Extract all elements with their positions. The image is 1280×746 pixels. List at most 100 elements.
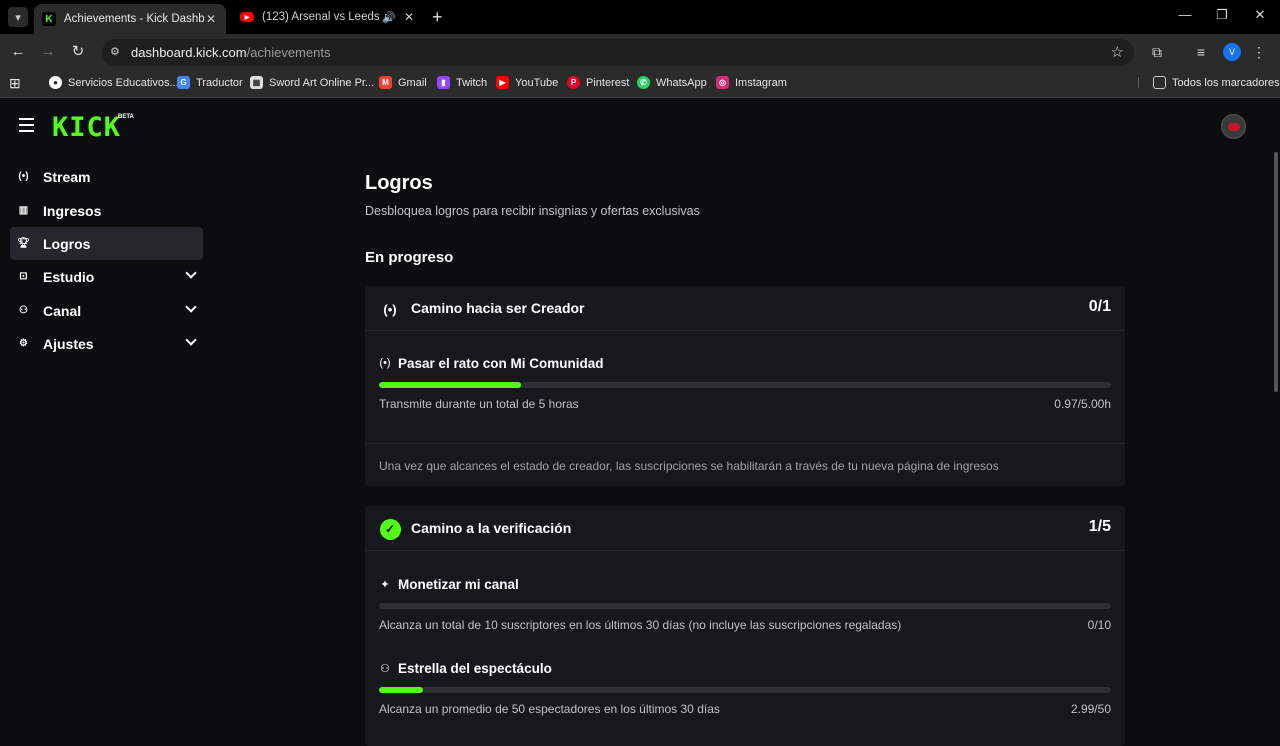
- achievement-card-creator: (•) Camino hacia ser Creador 0/1 (•) Pas…: [365, 286, 1125, 486]
- speaker-icon[interactable]: 🔊: [382, 11, 396, 24]
- task-title: Pasar el rato con Mi Comunidad: [398, 356, 604, 371]
- card-count: 0/1: [1088, 298, 1111, 315]
- bookmark-star-icon[interactable]: ☆: [1111, 43, 1124, 61]
- card-title: Camino a la verificación: [411, 520, 572, 536]
- task-title: Estrella del espectáculo: [398, 661, 552, 676]
- window-close-icon[interactable]: ✕: [1250, 7, 1270, 23]
- studio-icon: ⊡: [19, 271, 28, 282]
- card-header: ✓ Camino a la verificación 1/5: [365, 506, 1125, 551]
- sidebar-item-label: Logros: [43, 235, 91, 252]
- beta-badge: BETA: [118, 114, 134, 120]
- bookmark-sao[interactable]: ▦ Sword Art Online Pr...: [250, 76, 374, 89]
- extensions-icon[interactable]: ⧉: [1148, 43, 1166, 61]
- bookmark-youtube[interactable]: ▶ YouTube: [496, 76, 558, 89]
- browser-menu-icon[interactable]: ⋮: [1250, 43, 1268, 61]
- media-control-icon[interactable]: ≡: [1192, 43, 1210, 61]
- apps-grid-icon[interactable]: ⊞: [9, 75, 21, 92]
- progress-fill: [379, 382, 521, 388]
- channel-icon: ⚇: [19, 305, 28, 316]
- progress-bar: [379, 603, 1111, 609]
- reload-button[interactable]: ↻: [69, 43, 87, 61]
- tab-youtube[interactable]: ▶ (123) Arsenal vs Leeds (5-1) 🔊 ✕: [232, 4, 424, 30]
- kick-logo[interactable]: KICK: [52, 112, 121, 143]
- sidebar-item-label: Estudio: [43, 268, 95, 285]
- task-value: 2.99/50: [1070, 702, 1111, 716]
- restore-icon[interactable]: ❐: [1212, 7, 1232, 23]
- forward-button[interactable]: →: [39, 43, 57, 61]
- app-header: KICK BETA: [0, 100, 1280, 152]
- card-title: Camino hacia ser Creador: [411, 300, 585, 316]
- page-icon: ▦: [250, 76, 263, 89]
- browser-tab-bar: ▾ K Achievements - Kick Dashboard ✕ ▶ (1…: [0, 0, 1280, 34]
- chevron-down-icon[interactable]: [185, 267, 197, 279]
- card-footer: Una vez que alcances el estado de creado…: [365, 443, 1125, 473]
- instagram-icon: ◎: [716, 76, 729, 89]
- gear-icon: ⚙: [19, 338, 28, 349]
- profile-avatar[interactable]: V: [1223, 43, 1241, 61]
- section-title: En progreso: [365, 249, 454, 266]
- tab-title: (123) Arsenal vs Leeds (5-1): [262, 11, 382, 23]
- sidebar-item-ingresos[interactable]: ▥ Ingresos: [10, 194, 203, 227]
- twitch-icon: ▮: [437, 76, 450, 89]
- task-value: 0.97/5.00h: [1054, 397, 1111, 411]
- sidebar-item-label: Canal: [43, 302, 82, 319]
- bookmark-instagram[interactable]: ◎ Imstagram: [716, 76, 787, 89]
- user-avatar[interactable]: [1221, 114, 1246, 139]
- card-footer-text: Una vez que alcances el estado de creado…: [379, 459, 999, 473]
- back-button[interactable]: ←: [9, 43, 27, 61]
- tab-search-button[interactable]: ▾: [8, 7, 28, 27]
- chevron-down-icon[interactable]: [185, 334, 197, 346]
- achievement-card-verification: ✓ Camino a la verificación 1/5 ✦ Monetiz…: [365, 506, 1125, 746]
- browser-toolbar: ← → ↻ ⚙ dashboard.kick.com/achievements …: [0, 34, 1280, 70]
- sidebar-item-canal[interactable]: ⚇ Canal: [10, 294, 203, 327]
- globe-icon: ●: [49, 76, 62, 89]
- sidebar-item-ajustes[interactable]: ⚙ Ajustes: [10, 327, 203, 360]
- tab-achievements[interactable]: K Achievements - Kick Dashboard ✕: [34, 4, 226, 34]
- close-icon[interactable]: ✕: [204, 12, 218, 26]
- task-description: Transmite durante un total de 5 horas: [379, 397, 579, 411]
- card-count: 1/5: [1088, 518, 1111, 535]
- bookmark-traductor[interactable]: G Traductor: [177, 76, 243, 89]
- pinterest-icon: P: [567, 76, 580, 89]
- page-subtitle: Desbloquea logros para recibir insignias…: [365, 204, 700, 218]
- address-bar[interactable]: ⚙ dashboard.kick.com/achievements ☆: [102, 39, 1134, 66]
- task-description: Alcanza un promedio de 50 espectadores e…: [379, 702, 720, 716]
- minimize-icon[interactable]: —: [1175, 7, 1195, 22]
- youtube-icon: ▶: [496, 76, 509, 89]
- bookmark-twitch[interactable]: ▮ Twitch: [437, 76, 487, 89]
- bookmark-whatsapp[interactable]: ✆ WhatsApp: [637, 76, 707, 89]
- verified-badge-icon: ✓: [379, 518, 401, 540]
- kick-favicon-icon: K: [42, 12, 56, 26]
- sidebar-item-label: Ingresos: [43, 202, 102, 219]
- page-title: Logros: [365, 172, 433, 194]
- youtube-favicon-icon: ▶: [240, 12, 254, 22]
- progress-fill: [379, 687, 423, 693]
- task-title: Monetizar mi canal: [398, 577, 519, 592]
- page-scrollbar[interactable]: [1274, 152, 1278, 392]
- menu-icon[interactable]: [19, 118, 34, 136]
- broadcast-icon: (•): [379, 357, 391, 369]
- translate-icon: G: [177, 76, 190, 89]
- sidebar-item-logros[interactable]: 🏆︎ Logros: [10, 227, 203, 260]
- people-icon: ⚇: [380, 663, 390, 675]
- new-tab-button[interactable]: +: [432, 7, 443, 27]
- sidebar-item-label: Stream: [43, 168, 91, 185]
- trophy-icon: 🏆︎: [17, 238, 30, 249]
- tab-title: Achievements - Kick Dashboard: [64, 13, 204, 25]
- sidebar-item-label: Ajustes: [43, 335, 94, 352]
- progress-bar: [379, 687, 1111, 693]
- sidebar-item-estudio[interactable]: ⊡ Estudio: [10, 260, 203, 293]
- all-bookmarks-folder[interactable]: Todos los marcadores: [1153, 76, 1280, 89]
- close-icon[interactable]: ✕: [402, 10, 416, 24]
- folder-icon: [1153, 76, 1166, 89]
- bookmark-gmail[interactable]: M Gmail: [379, 76, 427, 89]
- task-value: 0/10: [1087, 618, 1111, 632]
- site-info-icon[interactable]: ⚙: [110, 45, 120, 58]
- bookmark-servicios[interactable]: ● Servicios Educativos...: [49, 76, 179, 89]
- chevron-down-icon[interactable]: [185, 301, 197, 313]
- broadcast-icon: (•): [18, 171, 29, 182]
- broadcast-icon: (•): [383, 301, 397, 317]
- url-text[interactable]: dashboard.kick.com/achievements: [131, 45, 330, 60]
- bookmark-pinterest[interactable]: P Pinterest: [567, 76, 629, 89]
- sidebar-item-stream[interactable]: (•) Stream: [10, 160, 203, 193]
